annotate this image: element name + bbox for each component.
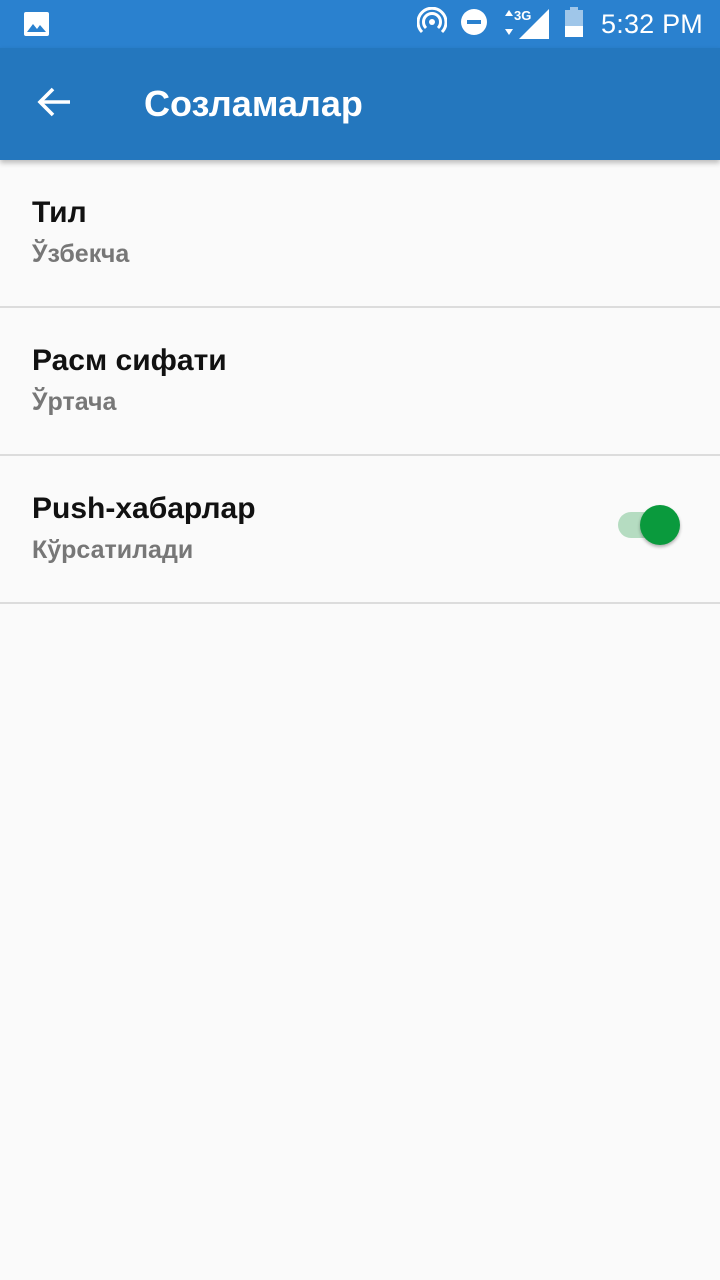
app-bar: Созламалар bbox=[0, 48, 720, 160]
signal-icon: 3G bbox=[501, 7, 551, 41]
setting-title: Расм сифати bbox=[32, 344, 227, 377]
setting-value: Ўртача bbox=[32, 388, 117, 416]
battery-icon bbox=[565, 6, 584, 42]
status-bar: 3G 5:32 PM bbox=[0, 0, 720, 48]
hotspot-icon bbox=[416, 6, 448, 42]
setting-value: Кўрсатилади bbox=[32, 536, 194, 564]
settings-list: Тил Ўзбекча Расм сифати Ўртача Push-хаба… bbox=[0, 160, 720, 604]
setting-title: Тил bbox=[32, 196, 87, 229]
page-title: Созламалар bbox=[144, 83, 363, 124]
setting-value: Ўзбекча bbox=[32, 240, 130, 268]
setting-push-notifications[interactable]: Push-хабарлар Кўрсатилади bbox=[0, 456, 720, 604]
do-not-disturb-icon bbox=[460, 8, 488, 41]
back-button[interactable] bbox=[22, 72, 86, 136]
toggle-thumb bbox=[640, 505, 680, 545]
setting-language[interactable]: Тил Ўзбекча bbox=[0, 160, 720, 308]
network-type-label: 3G bbox=[514, 8, 532, 23]
setting-title: Push-хабарлар bbox=[32, 492, 256, 525]
status-time: 5:32 PM bbox=[601, 8, 703, 39]
arrow-back-icon bbox=[36, 84, 72, 125]
image-icon bbox=[23, 11, 50, 37]
setting-image-quality[interactable]: Расм сифати Ўртача bbox=[0, 308, 720, 456]
push-notifications-toggle[interactable] bbox=[616, 505, 682, 545]
